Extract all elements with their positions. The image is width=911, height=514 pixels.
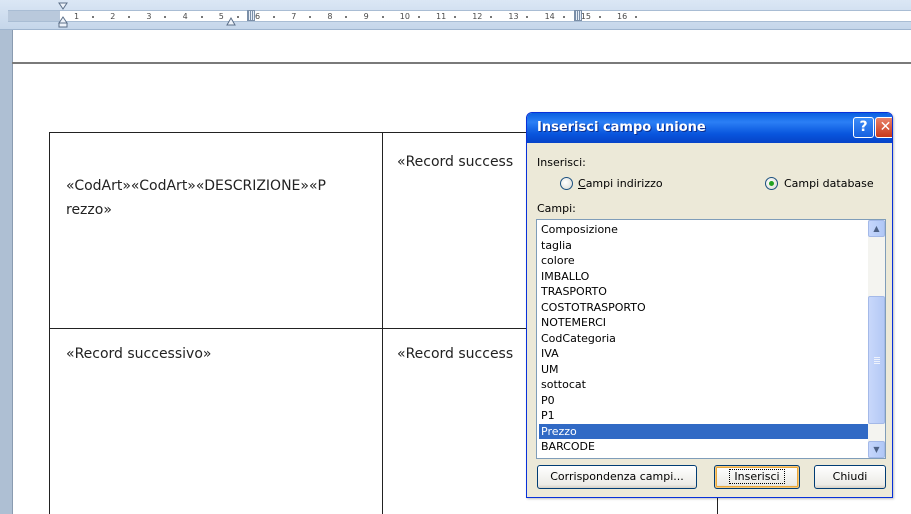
- table-border-center: [382, 132, 383, 514]
- ruler-dot: [635, 16, 637, 18]
- cell-record-next-1[interactable]: «Record success: [397, 148, 525, 176]
- ruler-scale: 1 2 3 4 5 6 7 8 9 10 11 12 13 14 15 16: [8, 10, 911, 22]
- radio-database-fields[interactable]: [765, 177, 778, 190]
- ruler-dot: [490, 16, 493, 18]
- scroll-thumb[interactable]: [868, 296, 885, 424]
- match-fields-button[interactable]: Corrispondenza campi...: [537, 465, 697, 489]
- radio-database-label[interactable]: Campi database: [784, 177, 874, 190]
- list-item[interactable]: Prezzo: [539, 423, 873, 439]
- table-border-right: [717, 497, 718, 514]
- ruler-number: 16: [617, 12, 628, 21]
- ruler-number: 12: [472, 12, 483, 21]
- ruler-number: 13: [508, 12, 519, 21]
- ruler-number: 11: [436, 12, 447, 21]
- horizontal-ruler[interactable]: 1 2 3 4 5 6 7 8 9 10 11 12 13 14 15 16: [0, 0, 911, 30]
- ruler-number: 6: [255, 12, 261, 21]
- insert-merge-field-dialog[interactable]: Inserisci campo unione ? ✕ Inserisci: Ca…: [526, 112, 893, 498]
- cell-record-next-2[interactable]: «Record successivo»: [66, 340, 211, 368]
- list-item[interactable]: UM: [539, 362, 873, 377]
- insert-label: Inserisci:: [537, 156, 586, 169]
- ruler-dot: [345, 16, 348, 18]
- help-button[interactable]: ?: [853, 117, 874, 138]
- list-item[interactable]: sottocat: [539, 377, 873, 392]
- ruler-number: 5: [218, 12, 224, 21]
- ruler-number: 14: [544, 12, 555, 21]
- ruler-dot: [164, 16, 167, 18]
- table-border-left: [49, 132, 50, 514]
- ruler-dot: [128, 16, 131, 18]
- ruler-number: 10: [399, 12, 410, 21]
- radio-address-fields[interactable]: [560, 177, 573, 190]
- list-item[interactable]: COSTOTRASPORTO: [539, 300, 873, 315]
- ruler-number: 2: [110, 12, 116, 21]
- list-item[interactable]: NOTEMERCI: [539, 315, 873, 330]
- list-item[interactable]: IMBALLO: [539, 269, 873, 284]
- ruler-dot: [200, 16, 203, 18]
- indent-marker-icon[interactable]: [58, 2, 68, 28]
- scroll-up-icon[interactable]: ▲: [868, 220, 885, 237]
- list-item[interactable]: P0: [539, 393, 873, 408]
- table-column-marker[interactable]: [574, 10, 582, 21]
- page-header-separator: [12, 62, 911, 64]
- list-item[interactable]: CodCategoria: [539, 331, 873, 346]
- cell-record-next-3[interactable]: «Record success: [397, 340, 525, 368]
- table-border-middle: [49, 328, 529, 329]
- ruler-dot: [417, 16, 420, 18]
- table-border-top: [49, 132, 529, 133]
- ruler-number: 7: [291, 12, 297, 21]
- ruler-margin-area: [8, 11, 60, 21]
- ruler-dot: [526, 16, 529, 18]
- ruler-dot: [92, 16, 94, 18]
- scroll-down-icon[interactable]: ▼: [868, 441, 885, 458]
- ruler-dot: [273, 16, 275, 18]
- list-item[interactable]: TRASPORTO: [539, 284, 873, 299]
- list-item[interactable]: Composizione: [539, 222, 873, 237]
- ruler-number: 9: [363, 12, 369, 21]
- list-item[interactable]: taglia: [539, 238, 873, 253]
- ruler-dot: [598, 16, 601, 18]
- listbox-scrollbar[interactable]: ▲ ▼: [868, 220, 885, 458]
- dialog-titlebar[interactable]: Inserisci campo unione ? ✕: [527, 113, 892, 143]
- radio-address-label[interactable]: Campi indirizzo: [578, 177, 663, 190]
- ruler-number: 1: [74, 12, 80, 21]
- fields-listbox[interactable]: Composizione taglia colore IMBALLO TRASPORTO…: [536, 219, 886, 459]
- ruler-dot: [236, 16, 239, 18]
- ruler-dot: [562, 16, 565, 18]
- fields-label: Campi:: [537, 202, 576, 215]
- ruler-number: 3: [146, 12, 152, 21]
- ruler-number: 8: [327, 12, 333, 21]
- ruler-dot: [309, 16, 312, 18]
- dialog-title: Inserisci campo unione: [537, 120, 706, 135]
- ruler-dot: [454, 16, 456, 18]
- list-item[interactable]: IVA: [539, 346, 873, 361]
- list-item[interactable]: P1: [539, 408, 873, 423]
- ruler-number: 4: [182, 12, 188, 21]
- tab-stop-icon[interactable]: [226, 16, 236, 26]
- ruler-dot: [381, 16, 384, 18]
- insert-button-label: Inserisci: [729, 469, 785, 484]
- insert-button[interactable]: Inserisci: [714, 465, 800, 489]
- cell-merge-fields-cont[interactable]: rezzo»: [66, 196, 112, 224]
- ruler-number: 15: [580, 12, 591, 21]
- list-item[interactable]: BARCODE: [539, 439, 873, 454]
- table-column-marker[interactable]: [247, 10, 255, 21]
- close-icon[interactable]: ✕: [875, 117, 892, 138]
- list-item[interactable]: colore: [539, 253, 873, 268]
- close-button[interactable]: Chiudi: [814, 465, 886, 489]
